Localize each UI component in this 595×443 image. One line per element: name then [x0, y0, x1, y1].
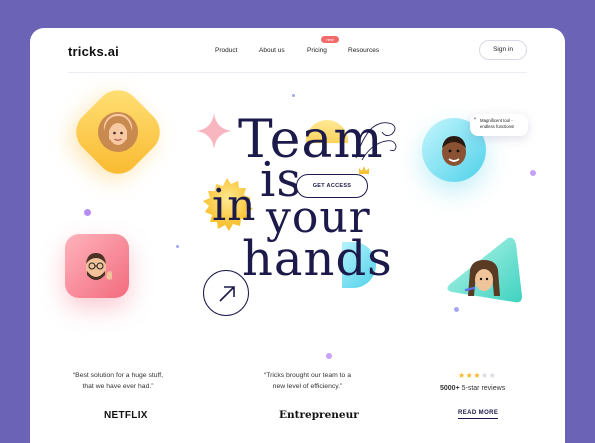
reviews-summary: 5000+ 5-star reviews [440, 385, 505, 392]
purple-dot [292, 94, 295, 97]
testimonial-netflix: “Best solution for a huge stuff, that we… [58, 371, 178, 392]
testimonial-text-line1: Best solution for a huge stuff, [75, 372, 164, 379]
reviews-count: 5000+ [440, 385, 460, 392]
star-rating: ★★★★★ [458, 371, 496, 380]
avatar-man-glasses [78, 247, 118, 287]
purple-dot [176, 245, 179, 248]
signin-button[interactable]: Sign in [479, 40, 527, 60]
reviews-label: 5-star reviews [461, 385, 506, 392]
arrow-button[interactable] [203, 270, 249, 316]
purple-dot [84, 209, 91, 216]
read-more-link[interactable]: READ MORE [458, 410, 499, 419]
nav-product[interactable]: Product [215, 47, 237, 54]
quote-mark-icon: “ [474, 118, 476, 124]
close-quote: ” [340, 382, 343, 390]
purple-dot [326, 353, 332, 359]
purple-dot [454, 307, 459, 312]
arrow-up-right-icon [219, 286, 235, 302]
speech-bubble-text: Magnificent tool - endless functions! [480, 118, 515, 129]
landing-card: tricks.ai Product About us new Pricing R… [30, 28, 565, 443]
star-empty-icon: ★ [481, 371, 489, 380]
close-quote: ” [151, 382, 154, 390]
testimonial-text-line1: Tricks brought our team to a [266, 372, 351, 379]
crown-icon [359, 166, 369, 174]
pink-sparkle-icon [196, 113, 232, 149]
hero-word-in: in [212, 180, 257, 231]
entrepreneur-logo: Entrepreneur [279, 409, 359, 421]
speech-bubble: “ Magnificent tool - endless functions! [470, 114, 528, 136]
nav-pricing[interactable]: Pricing [307, 47, 327, 54]
nav-about-us[interactable]: About us [259, 47, 285, 54]
hero-word-hands: hands [242, 231, 393, 287]
get-access-button[interactable]: GET ACCESS [296, 174, 368, 198]
star-empty-icon: ★ [488, 371, 497, 380]
header-divider [68, 72, 527, 73]
star-icon: ★ [473, 371, 482, 380]
purple-dot [530, 170, 536, 176]
new-badge: new [321, 36, 339, 43]
testimonial-text-line2: new level of efficiency. [272, 382, 341, 390]
logo[interactable]: tricks.ai [68, 44, 119, 59]
star-icon: ★ [458, 371, 466, 380]
avatar-man-dark [432, 128, 476, 172]
nav-resources[interactable]: Resources [348, 47, 379, 54]
netflix-logo: NETFLIX [104, 410, 148, 421]
avatar-man-dreadlocks [462, 256, 506, 306]
avatar-woman [98, 112, 138, 152]
testimonial-entrepreneur: “Tricks brought our team to a new level … [245, 371, 370, 392]
testimonial-text-line2: that we have ever had. [82, 382, 152, 390]
swirl-decoration [355, 122, 397, 161]
